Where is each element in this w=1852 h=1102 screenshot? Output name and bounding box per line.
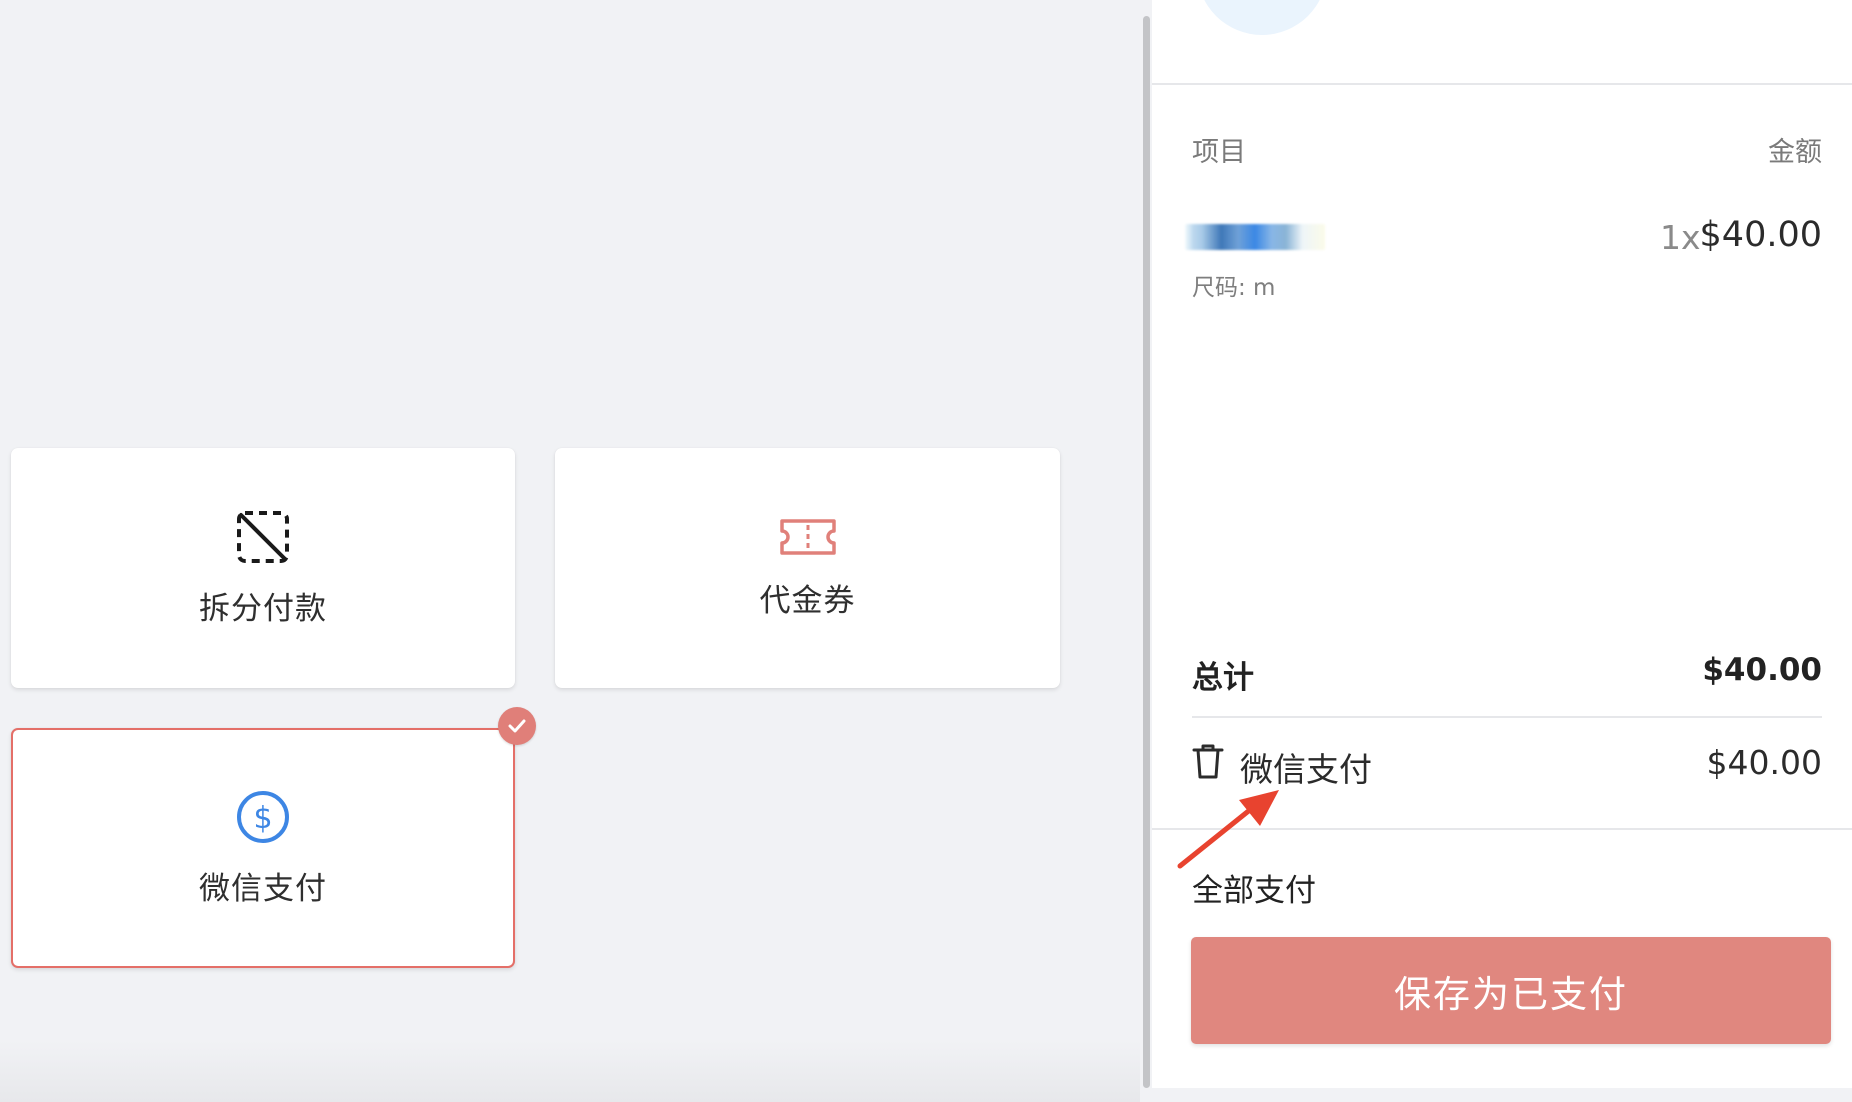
- header-divider: [1152, 83, 1852, 85]
- wechat-pay-card[interactable]: $ 微信支付: [11, 707, 536, 968]
- payment-method-label: 微信支付: [1240, 750, 1372, 789]
- save-as-paid-button[interactable]: 保存为已支付: [1191, 937, 1831, 1044]
- split-payment-icon: [235, 509, 291, 569]
- voucher-label: 代金券: [759, 582, 856, 619]
- payment-amount: $40.00: [1706, 743, 1822, 782]
- amount-column-header: 金额: [1768, 137, 1822, 168]
- item-quantity: 1x: [1660, 218, 1701, 257]
- item-column-header: 项目: [1192, 137, 1246, 168]
- redacted-item-name: [1185, 224, 1325, 250]
- dollar-circle-icon: $: [235, 789, 291, 849]
- item-size: 尺码: m: [1192, 275, 1276, 301]
- trash-icon[interactable]: [1192, 744, 1224, 784]
- split-payment-label: 拆分付款: [199, 590, 327, 627]
- split-payment-card[interactable]: 拆分付款: [11, 448, 515, 688]
- selected-check-icon: [498, 707, 536, 745]
- payment-method-area: 拆分付款 代金券 $ 微信支付: [0, 0, 1140, 1102]
- wechat-pay-label: 微信支付: [199, 870, 327, 907]
- voucher-card[interactable]: 代金券: [555, 448, 1060, 688]
- scrollbar-thumb[interactable]: [1143, 16, 1150, 1088]
- voucher-ticket-icon: [779, 517, 837, 561]
- svg-text:$: $: [253, 801, 272, 836]
- total-divider: [1192, 716, 1822, 718]
- total-label: 总计: [1192, 660, 1254, 696]
- bottom-fade: [0, 1040, 1140, 1102]
- total-value: $40.00: [1702, 652, 1822, 688]
- footer-divider: [1152, 828, 1852, 830]
- item-price: $40.00: [1699, 215, 1822, 255]
- bottom-strip: [1152, 1088, 1852, 1102]
- pay-all-link[interactable]: 全部支付: [1192, 865, 1316, 910]
